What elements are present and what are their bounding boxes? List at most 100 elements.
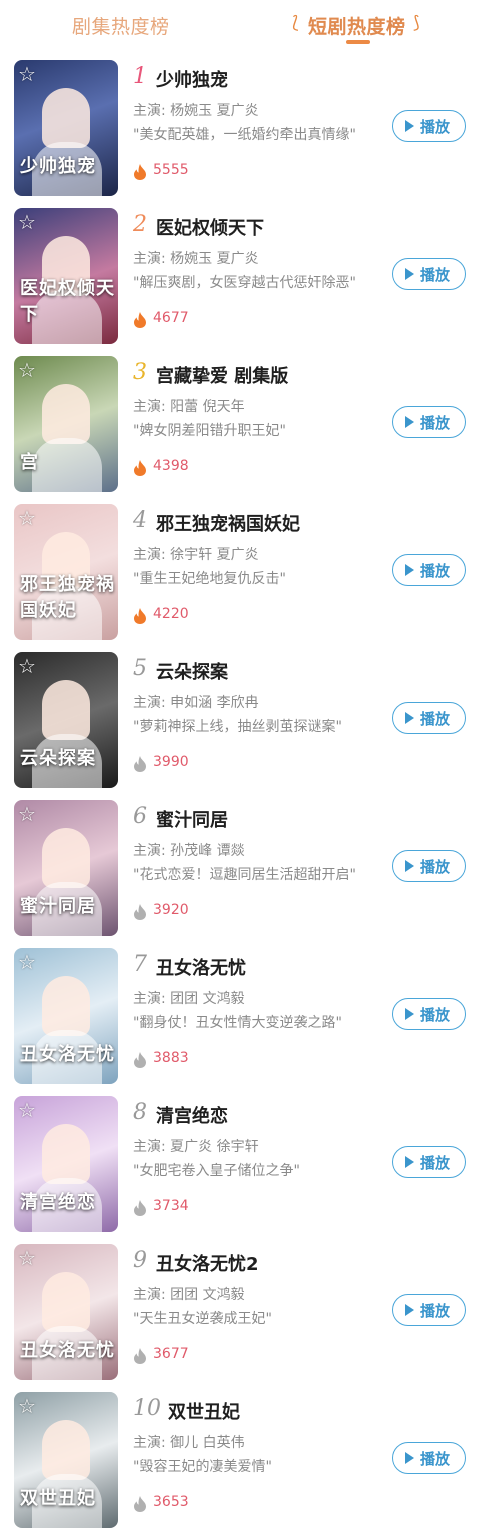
play-button[interactable]: 播放 bbox=[392, 1146, 466, 1178]
play-icon bbox=[405, 1304, 414, 1316]
rank-number: 7 bbox=[133, 952, 147, 977]
play-label: 播放 bbox=[420, 1006, 451, 1024]
poster-title-art: 双世丑妃 bbox=[20, 1488, 96, 1509]
play-button[interactable]: 播放 bbox=[392, 1294, 466, 1326]
drama-title[interactable]: 蜜汁同居 bbox=[156, 806, 228, 832]
rank-number: 5 bbox=[133, 656, 147, 681]
tagline-text: "婢女阴差阳错升职王妃" bbox=[133, 423, 286, 439]
poster-title-art: 邪王独宠祸国妖妃 bbox=[20, 574, 115, 621]
favorite-star-icon[interactable]: ☆ bbox=[18, 1100, 40, 1122]
list-item-8[interactable]: 清宫绝恋 ☆ 8 清宫绝恋 主演: 夏广炎 徐宇轩 "女肥宅卷入皇子储位之争" … bbox=[0, 1094, 480, 1234]
favorite-star-icon[interactable]: ☆ bbox=[18, 1248, 40, 1270]
list-item-3[interactable]: 宫 ☆ 3 宫藏挚爱 剧集版 主演: 阳蕾 倪天年 "婢女阴差阳错升职王妃" 4… bbox=[0, 354, 480, 494]
play-icon bbox=[405, 1452, 414, 1464]
drama-title[interactable]: 双世丑妃 bbox=[168, 1398, 240, 1424]
favorite-star-icon[interactable]: ☆ bbox=[18, 656, 40, 678]
tagline-text: "翻身仗！丑女性情大变逆袭之路" bbox=[133, 1015, 342, 1031]
list-item-7[interactable]: 丑女洛无忧 ☆ 7 丑女洛无忧 主演: 团团 文鸿毅 "翻身仗！丑女性情大变逆袭… bbox=[0, 946, 480, 1086]
laurel-left-icon: ⟅ bbox=[292, 13, 299, 33]
play-button[interactable]: 播放 bbox=[392, 406, 466, 438]
rank-number: 6 bbox=[133, 804, 147, 829]
list-item-4[interactable]: 邪王独宠祸国妖妃 ☆ 4 邪王独宠祸国妖妃 主演: 徐宇轩 夏广炎 "重生王妃绝… bbox=[0, 502, 480, 642]
poster-image[interactable]: 医妃权倾天下 ☆ bbox=[14, 208, 118, 344]
drama-title[interactable]: 丑女洛无忧 bbox=[156, 954, 246, 980]
poster-image[interactable]: 云朵探案 ☆ bbox=[14, 652, 118, 788]
play-label: 播放 bbox=[420, 710, 451, 728]
poster-title-art: 宫 bbox=[20, 452, 39, 473]
drama-title[interactable]: 宫藏挚爱 剧集版 bbox=[156, 362, 288, 388]
flame-icon bbox=[134, 460, 146, 476]
drama-title[interactable]: 丑女洛无忧2 bbox=[156, 1250, 259, 1276]
rank-number: 3 bbox=[133, 360, 147, 385]
heat-value: 4220 bbox=[153, 606, 189, 622]
poster-image[interactable]: 宫 ☆ bbox=[14, 356, 118, 492]
poster-title-art: 少帅独宠 bbox=[20, 156, 96, 177]
tagline-text: "花式恋爱！逗趣同居生活超甜开启" bbox=[133, 867, 356, 883]
play-icon bbox=[405, 416, 414, 428]
poster-title-art: 清宫绝恋 bbox=[20, 1192, 96, 1213]
drama-title[interactable]: 少帅独宠 bbox=[156, 66, 228, 92]
play-label: 播放 bbox=[420, 1450, 451, 1468]
play-button[interactable]: 播放 bbox=[392, 998, 466, 1030]
flame-icon bbox=[134, 904, 146, 920]
tab-drama-series[interactable]: 剧集热度榜 bbox=[72, 12, 170, 39]
play-label: 播放 bbox=[420, 562, 451, 580]
tagline-text: "解压爽剧，女医穿越古代惩奸除恶" bbox=[133, 275, 356, 291]
laurel-right-icon: ⟆ bbox=[413, 13, 420, 33]
drama-title[interactable]: 云朵探案 bbox=[156, 658, 228, 684]
poster-image[interactable]: 丑女洛无忧 ☆ bbox=[14, 1244, 118, 1380]
poster-figure bbox=[42, 1124, 90, 1184]
favorite-star-icon[interactable]: ☆ bbox=[18, 212, 40, 234]
play-label: 播放 bbox=[420, 414, 451, 432]
rank-number: 1 bbox=[133, 64, 147, 89]
tagline-text: "重生王妃绝地复仇反击" bbox=[133, 571, 286, 587]
play-label: 播放 bbox=[420, 1154, 451, 1172]
poster-image[interactable]: 少帅独宠 ☆ bbox=[14, 60, 118, 196]
drama-title[interactable]: 邪王独宠祸国妖妃 bbox=[156, 510, 300, 536]
list-item-5[interactable]: 云朵探案 ☆ 5 云朵探案 主演: 申如涵 李欣冉 "萝莉神探上线，抽丝剥茧探谜… bbox=[0, 650, 480, 790]
flame-icon bbox=[134, 1200, 146, 1216]
list-item-2[interactable]: 医妃权倾天下 ☆ 2 医妃权倾天下 主演: 杨婉玉 夏广炎 "解压爽剧，女医穿越… bbox=[0, 206, 480, 346]
tab-short-drama[interactable]: 短剧热度榜 bbox=[308, 12, 406, 39]
favorite-star-icon[interactable]: ☆ bbox=[18, 804, 40, 826]
tagline-text: "美女配英雄，一纸婚约牵出真情缘" bbox=[133, 127, 356, 143]
poster-figure-body bbox=[32, 438, 102, 492]
flame-icon bbox=[134, 1496, 146, 1512]
favorite-star-icon[interactable]: ☆ bbox=[18, 508, 40, 530]
heat-value: 3734 bbox=[153, 1198, 189, 1214]
flame-icon bbox=[134, 1052, 146, 1068]
poster-image[interactable]: 丑女洛无忧 ☆ bbox=[14, 948, 118, 1084]
play-button[interactable]: 播放 bbox=[392, 1442, 466, 1474]
tagline-text: "萝莉神探上线，抽丝剥茧探谜案" bbox=[133, 719, 342, 735]
ranking-tabs: 剧集热度榜 ⟅ 短剧热度榜 ⟆ bbox=[0, 0, 480, 56]
cast-text: 主演: 杨婉玉 夏广炎 bbox=[133, 103, 259, 119]
poster-image[interactable]: 双世丑妃 ☆ bbox=[14, 1392, 118, 1528]
drama-title[interactable]: 清宫绝恋 bbox=[156, 1102, 228, 1128]
poster-image[interactable]: 清宫绝恋 ☆ bbox=[14, 1096, 118, 1232]
poster-image[interactable]: 邪王独宠祸国妖妃 ☆ bbox=[14, 504, 118, 640]
favorite-star-icon[interactable]: ☆ bbox=[18, 952, 40, 974]
play-label: 播放 bbox=[420, 266, 451, 284]
list-item-1[interactable]: 少帅独宠 ☆ 1 少帅独宠 主演: 杨婉玉 夏广炎 "美女配英雄，一纸婚约牵出真… bbox=[0, 58, 480, 198]
play-button[interactable]: 播放 bbox=[392, 110, 466, 142]
heat-value: 3677 bbox=[153, 1346, 189, 1362]
list-item-10[interactable]: 双世丑妃 ☆ 10 双世丑妃 主演: 御儿 白英伟 "毁容王妃的凄美爱情" 36… bbox=[0, 1390, 480, 1530]
play-button[interactable]: 播放 bbox=[392, 702, 466, 734]
poster-image[interactable]: 蜜汁同居 ☆ bbox=[14, 800, 118, 936]
play-button[interactable]: 播放 bbox=[392, 850, 466, 882]
favorite-star-icon[interactable]: ☆ bbox=[18, 64, 40, 86]
cast-text: 主演: 团团 文鸿毅 bbox=[133, 1287, 245, 1303]
poster-figure bbox=[42, 88, 90, 148]
favorite-star-icon[interactable]: ☆ bbox=[18, 1396, 40, 1418]
poster-title-art: 医妃权倾天下 bbox=[20, 278, 115, 325]
list-item-6[interactable]: 蜜汁同居 ☆ 6 蜜汁同居 主演: 孙茂峰 谭燚 "花式恋爱！逗趣同居生活超甜开… bbox=[0, 798, 480, 938]
play-icon bbox=[405, 1008, 414, 1020]
poster-figure bbox=[42, 384, 90, 444]
favorite-star-icon[interactable]: ☆ bbox=[18, 360, 40, 382]
tagline-text: "女肥宅卷入皇子储位之争" bbox=[133, 1163, 300, 1179]
cast-text: 主演: 团团 文鸿毅 bbox=[133, 991, 245, 1007]
drama-title[interactable]: 医妃权倾天下 bbox=[156, 214, 264, 240]
play-button[interactable]: 播放 bbox=[392, 554, 466, 586]
list-item-9[interactable]: 丑女洛无忧 ☆ 9 丑女洛无忧2 主演: 团团 文鸿毅 "天生丑女逆袭成王妃" … bbox=[0, 1242, 480, 1382]
play-button[interactable]: 播放 bbox=[392, 258, 466, 290]
